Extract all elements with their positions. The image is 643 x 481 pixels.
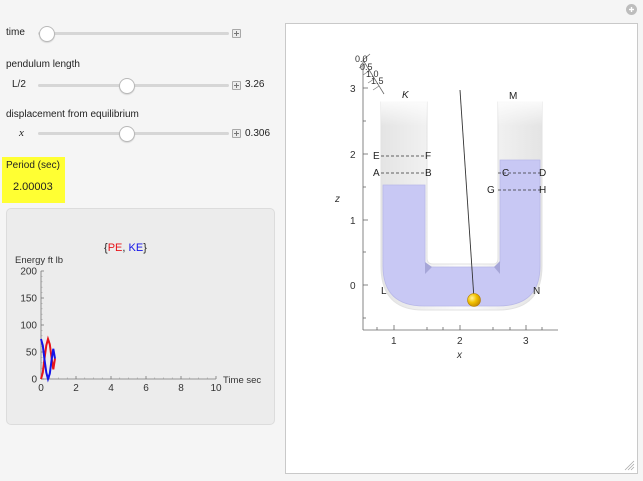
pendulum-bob xyxy=(467,293,481,307)
pendulum-length-label: pendulum length xyxy=(6,59,80,70)
time-slider-thumb[interactable] xyxy=(38,26,55,42)
x-axis-label: x xyxy=(456,350,463,361)
x-axis-label: Time sec xyxy=(223,375,261,386)
y-axis-label: Energy ft lb xyxy=(15,255,63,266)
z-tick-0: 0 xyxy=(350,281,356,292)
period-label: Period (sec) xyxy=(6,160,60,171)
x-tick-label: 2 xyxy=(73,383,79,394)
z-tick-3: 3 xyxy=(350,84,356,95)
z-tick-1: 1 xyxy=(350,216,356,227)
close-icon[interactable] xyxy=(626,4,637,15)
label-c: C xyxy=(502,168,509,179)
view-3d-panel[interactable]: 3 2 1 0 z 1 2 3 x 0.0 0.5 1.0 1.5 K M E … xyxy=(285,23,638,474)
x-tick-label: 10 xyxy=(210,383,222,394)
label-l: L xyxy=(381,286,387,297)
displacement-label: displacement from equilibrium xyxy=(6,109,139,120)
displacement-prefix: x xyxy=(19,127,24,139)
energy-chart-panel: {PE, KE} Energy ft lb Time sec 0 2 4 6 8 10 0 5… xyxy=(6,208,275,425)
chart-title-ke: KE xyxy=(129,242,144,254)
label-m: M xyxy=(509,91,517,102)
z-axis-label: z xyxy=(334,194,340,205)
time-slider-track[interactable] xyxy=(38,32,229,35)
y-tick-label: 100 xyxy=(20,321,37,332)
x-tick-label: 4 xyxy=(108,383,114,394)
label-b: B xyxy=(425,168,432,179)
pendulum-length-slider-thumb[interactable] xyxy=(118,78,135,94)
z-axis-ticks xyxy=(363,87,368,319)
time-expand-icon[interactable] xyxy=(232,29,241,38)
chart-title-close: } xyxy=(143,242,147,254)
pendulum-length-expand-icon[interactable] xyxy=(232,81,241,90)
x-tick-label: 6 xyxy=(143,383,149,394)
displacement-expand-icon[interactable] xyxy=(232,129,241,138)
depth-tick-3: 1.5 xyxy=(371,76,384,86)
label-f: F xyxy=(425,151,431,162)
y-tick-label: 200 xyxy=(20,267,37,278)
time-label: time xyxy=(6,27,25,38)
label-n: N xyxy=(533,286,540,297)
chart-title: {PE, KE} xyxy=(104,242,147,254)
label-g: G xyxy=(487,185,495,196)
label-a: A xyxy=(373,168,380,179)
displacement-slider-thumb[interactable] xyxy=(118,126,135,142)
y-tick-label: 50 xyxy=(26,348,38,359)
x-tick-label: 0 xyxy=(38,383,44,394)
chart-axes: 0 2 4 6 8 10050100150200 xyxy=(20,267,222,395)
period-box: Period (sec) 2.00003 xyxy=(2,157,65,203)
displacement-value: 0.306 xyxy=(245,128,271,139)
x-tick-2: 2 xyxy=(457,336,463,347)
pendulum-length-prefix: L/2 xyxy=(12,79,26,90)
x-axis-ticks xyxy=(376,325,543,330)
label-e: E xyxy=(373,151,380,162)
energy-chart: {PE, KE} Energy ft lb Time sec 0 2 4 6 8 1005… xyxy=(15,242,261,395)
pendulum-length-value: 3.26 xyxy=(245,79,265,90)
x-tick-label: 8 xyxy=(178,383,184,394)
label-d: D xyxy=(539,168,546,179)
u-tube-view[interactable]: 3 2 1 0 z 1 2 3 x 0.0 0.5 1.0 1.5 K M E … xyxy=(286,24,637,473)
y-tick-label: 150 xyxy=(20,294,37,305)
x-tick-1: 1 xyxy=(391,336,397,347)
resize-grip-icon[interactable] xyxy=(623,459,635,471)
chart-title-pe: PE xyxy=(108,242,123,254)
label-h: H xyxy=(539,185,546,196)
z-tick-2: 2 xyxy=(350,150,356,161)
y-tick-label: 0 xyxy=(31,375,37,386)
x-tick-3: 3 xyxy=(523,336,529,347)
chart-series xyxy=(40,335,56,383)
period-value: 2.00003 xyxy=(13,181,53,193)
